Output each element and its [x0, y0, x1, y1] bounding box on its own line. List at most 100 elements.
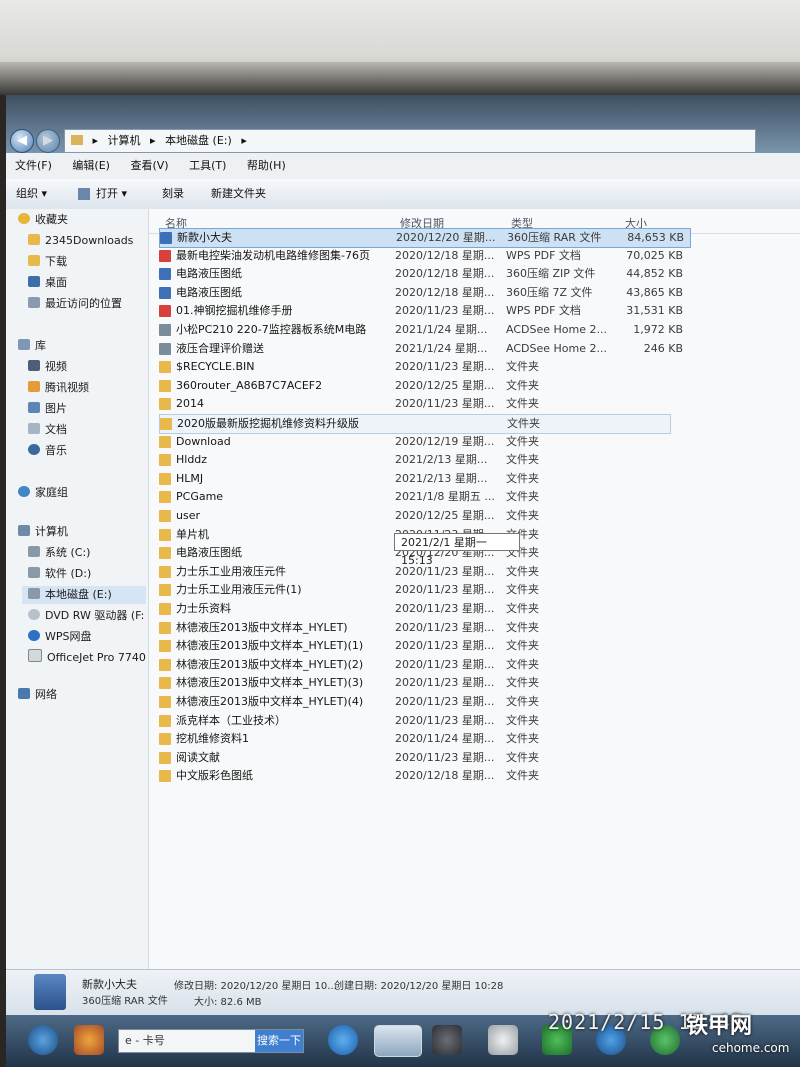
file-date: 2020/11/23 星期... [395, 676, 495, 690]
table-row[interactable]: 新款小大夫 2020/12/20 星期... 360压缩 RAR 文件 84,653 … [159, 228, 691, 248]
file-type: 文件夹 [506, 732, 539, 746]
nav-fav-downloads[interactable]: 下载 [28, 253, 67, 271]
table-row[interactable]: 林德液压2013版中文样本_HYLET)(4) 2020/11/23 星期... 文… [159, 693, 689, 711]
app-icon[interactable] [74, 1025, 104, 1055]
table-row[interactable]: 阅读文献 2020/11/23 星期... 文件夹 [159, 749, 689, 767]
table-row[interactable]: 最新电控柴油发动机电路维修图集-76页 2020/12/18 星期... WPS P… [159, 247, 689, 265]
nav-drive-e[interactable]: 本地磁盘 (E:) [22, 586, 146, 604]
table-row[interactable]: 01.神钢挖掘机维修手册 2020/11/23 星期... WPS PDF 文档 31… [159, 302, 689, 320]
file-type: WPS PDF 文档 [506, 304, 581, 318]
table-row[interactable]: 派克样本（工业技术） 2020/11/23 星期... 文件夹 [159, 712, 689, 730]
new-folder-button[interactable]: 新建文件夹 [211, 186, 266, 202]
table-row[interactable]: PCGame 2021/1/8 星期五 ... 文件夹 [159, 488, 689, 506]
table-row[interactable]: 电路液压图纸 2020/12/18 星期... 360压缩 7Z 文件 43,865 … [159, 284, 689, 302]
file-name: 液压合理评价赠送 [176, 341, 264, 355]
table-row[interactable]: 2014 2020/11/23 星期... 文件夹 [159, 395, 689, 413]
nav-network[interactable]: 网络 [18, 686, 57, 704]
file-type: 文件夹 [506, 434, 539, 448]
table-row[interactable]: 林德液压2013版中文样本_HYLET)(2) 2020/11/23 星期... 文… [159, 656, 689, 674]
file-date: 2020/12/18 星期... [395, 769, 495, 783]
nav-homegroup[interactable]: 家庭组 [18, 484, 68, 502]
taskbar-search-input[interactable]: e - 卡号 搜索一下 [118, 1029, 304, 1053]
nav-fav-desktop[interactable]: 桌面 [28, 274, 67, 292]
nav-wps-cloud[interactable]: WPS网盘 [28, 628, 92, 646]
file-type: 文件夹 [507, 417, 540, 430]
table-row[interactable]: 液压合理评价赠送 2021/1/24 星期... ACDSee Home 2... 2… [159, 340, 689, 358]
folder-icon [160, 418, 172, 430]
table-row[interactable]: $RECYCLE.BIN 2020/11/23 星期... 文件夹 [159, 358, 689, 376]
file-type: 文件夹 [506, 676, 539, 690]
nav-lib-tencent-video[interactable]: 腾讯视频 [28, 379, 89, 397]
menu-edit[interactable]: 编辑(E) [72, 153, 110, 179]
ie-icon[interactable] [328, 1025, 358, 1055]
table-row[interactable]: 中文版彩色图纸 2020/12/18 星期... 文件夹 [159, 767, 689, 785]
table-row[interactable]: 林德液压2013版中文样本_HYLET) 2020/11/23 星期... 文件夹 [159, 619, 689, 637]
nav-library[interactable]: 库 [18, 337, 46, 355]
nav-drive-c[interactable]: 系统 (C:) [28, 544, 90, 562]
file-type: 文件夹 [506, 360, 539, 374]
nav-printer[interactable]: OfficeJet Pro 7740 [28, 649, 146, 667]
forward-button[interactable]: ▶ [36, 129, 60, 153]
nav-fav-recent[interactable]: 最近访问的位置 [28, 295, 122, 313]
table-row[interactable]: Download 2020/12/19 星期... 文件夹 [159, 433, 689, 451]
media-player-icon[interactable] [432, 1025, 462, 1055]
explorer-taskbar-icon[interactable] [374, 1025, 422, 1057]
file-type: 文件夹 [506, 490, 539, 504]
menu-help[interactable]: 帮助(H) [247, 153, 286, 179]
table-row[interactable]: 林德液压2013版中文样本_HYLET)(1) 2020/11/23 星期... 文… [159, 637, 689, 655]
folder-icon [159, 528, 171, 541]
file-size: 84,653 KB [627, 231, 684, 244]
nav-lib-pictures[interactable]: 图片 [28, 400, 67, 418]
file-date: 2020/12/18 星期... [395, 285, 495, 299]
table-row[interactable]: 360router_A86B7C7ACEF2 2020/12/25 星期... 文件… [159, 377, 689, 395]
nav-drive-d[interactable]: 软件 (D:) [28, 565, 91, 583]
file-date: 2020/11/23 星期... [395, 639, 495, 653]
menu-file[interactable]: 文件(F) [15, 153, 52, 179]
table-row[interactable]: 小松PC210 220-7监控器板系统M电路 2021/1/24 星期... ACD… [159, 321, 689, 339]
nav-lib-videos[interactable]: 视频 [28, 358, 67, 376]
file-name: 360router_A86B7C7ACEF2 [176, 378, 323, 392]
watermark-url: cehome.com [712, 1041, 790, 1055]
folder-icon [159, 454, 171, 467]
table-row[interactable]: 林德液压2013版中文样本_HYLET)(3) 2020/11/23 星期... 文… [159, 674, 689, 692]
nav-computer[interactable]: 计算机 [18, 523, 68, 541]
start-button-icon[interactable] [28, 1025, 58, 1055]
table-row[interactable]: Hlddz 2021/2/13 星期... 文件夹 [159, 451, 689, 469]
folder-icon [159, 510, 171, 522]
menu-tools[interactable]: 工具(T) [189, 153, 226, 179]
menu-view[interactable]: 查看(V) [130, 153, 168, 179]
file-date: 2020/12/20 星期... [396, 231, 496, 244]
nav-dvd-drive[interactable]: DVD RW 驱动器 (F: [28, 607, 144, 625]
file-date: 2020/12/18 星期... [395, 248, 495, 262]
address-bar[interactable]: ▸ 计算机 ▸ 本地磁盘 (E:) ▸ [64, 129, 756, 153]
nav-fav-2345downloads[interactable]: 2345Downloads [28, 232, 133, 250]
back-button[interactable]: ◀ [10, 129, 34, 153]
nav-lib-documents[interactable]: 文档 [28, 421, 67, 439]
drive-icon [28, 567, 40, 578]
table-row[interactable]: 2020版最新版挖掘机维修资料升级版 文件夹 [159, 414, 671, 434]
table-row[interactable]: 挖机维修资料1 2020/11/24 星期... 文件夹 [159, 730, 689, 748]
app-icon[interactable] [488, 1025, 518, 1055]
folder-icon [159, 621, 171, 634]
search-button[interactable]: 搜索一下 [255, 1030, 303, 1052]
drive-icon [28, 588, 40, 599]
organize-button[interactable]: 组织 ▾ [16, 186, 47, 202]
folder-icon [159, 751, 171, 764]
breadcrumb-computer[interactable]: 计算机 [108, 130, 141, 152]
table-row[interactable]: 力士乐工业用液压元件(1) 2020/11/23 星期... 文件夹 [159, 581, 689, 599]
file-size: 246 KB [643, 341, 683, 355]
open-button[interactable]: 打开 ▾ [96, 186, 127, 202]
table-row[interactable]: HLMJ 2021/2/13 星期... 文件夹 [159, 470, 689, 488]
file-date: 2020/11/23 星期... [395, 750, 495, 764]
nav-lib-music[interactable]: 音乐 [28, 442, 67, 460]
file-name: 新款小大夫 [177, 231, 232, 244]
table-row[interactable]: 电路液压图纸 2020/12/18 星期... 360压缩 ZIP 文件 44,852… [159, 265, 689, 283]
table-row[interactable]: 力士乐资料 2020/11/23 星期... 文件夹 [159, 600, 689, 618]
folder-icon [159, 640, 171, 653]
file-type: 文件夹 [506, 602, 539, 615]
burn-button[interactable]: 刻录 [162, 186, 184, 202]
table-row[interactable]: user 2020/12/25 星期... 文件夹 [159, 507, 689, 525]
archive-icon [159, 268, 171, 281]
nav-favorites[interactable]: 收藏夹 [18, 211, 68, 229]
breadcrumb-drive[interactable]: 本地磁盘 (E:) [165, 130, 232, 152]
